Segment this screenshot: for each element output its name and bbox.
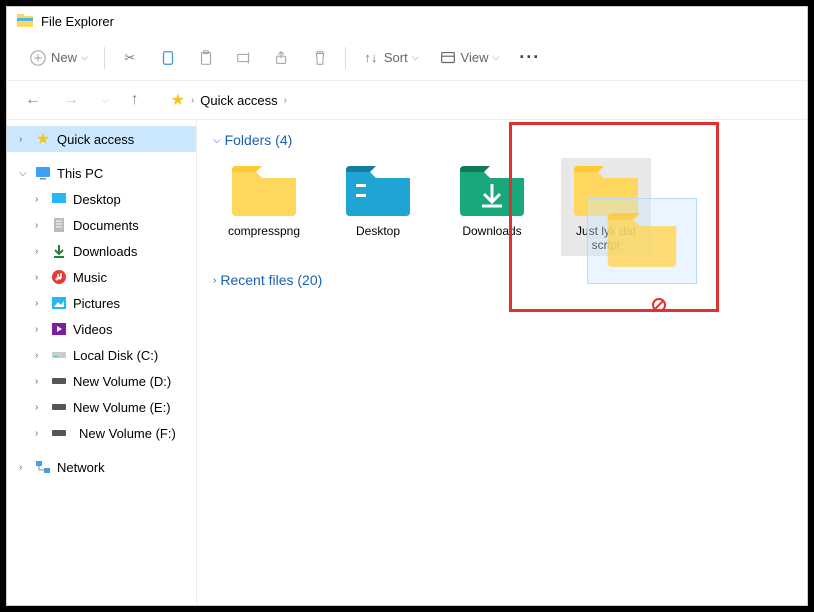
- trash-icon: [311, 49, 329, 67]
- up-button[interactable]: ↑: [127, 89, 143, 111]
- clipboard-icon: [197, 49, 215, 67]
- navbar: ← → ⌵ ↑ ★ › Quick access ›: [7, 81, 807, 120]
- sidebar-item-volume-f[interactable]: › New Volume (F:): [7, 420, 196, 446]
- star-icon: ★: [35, 131, 51, 147]
- plus-circle-icon: [29, 49, 47, 67]
- sidebar-item-documents[interactable]: › Documents: [7, 212, 196, 238]
- app-icon: [17, 13, 33, 29]
- folder-icon: [228, 162, 300, 218]
- chevron-right-icon: ›: [35, 428, 45, 439]
- chevron-down-icon: ⌵: [492, 52, 499, 63]
- back-button[interactable]: ←: [21, 89, 45, 111]
- chevron-right-icon: ›: [35, 402, 45, 413]
- view-button[interactable]: View ⌵: [431, 43, 508, 73]
- monitor-icon: [35, 165, 51, 181]
- file-explorer-window: File Explorer New ⌵ ✂: [6, 6, 808, 606]
- share-button[interactable]: [265, 43, 299, 73]
- chevron-right-icon: ›: [35, 220, 45, 231]
- toolbar: New ⌵ ✂: [7, 35, 807, 81]
- star-icon: ★: [171, 90, 185, 110]
- paste-button[interactable]: [189, 43, 223, 73]
- drive-icon: [51, 399, 67, 415]
- chevron-right-icon: ›: [19, 134, 29, 145]
- folders-section-header[interactable]: ⌵ Folders (4): [213, 132, 791, 148]
- document-icon: [51, 217, 67, 233]
- music-icon: [51, 269, 67, 285]
- chevron-down-icon: ⌵: [19, 168, 29, 179]
- chevron-right-icon: ›: [35, 246, 45, 257]
- folder-grid: compresspng Desktop Downloads Just lyk d…: [219, 158, 791, 256]
- folder-downloads-icon: [456, 162, 528, 218]
- content-area: ⌵ Folders (4) compresspng Desktop Downlo…: [197, 120, 807, 605]
- forward-button[interactable]: →: [59, 89, 83, 111]
- breadcrumb[interactable]: ★ › Quick access ›: [171, 90, 287, 110]
- sidebar-item-desktop[interactable]: › Desktop: [7, 186, 196, 212]
- titlebar: File Explorer: [7, 7, 807, 35]
- folder-downloads[interactable]: Downloads: [447, 158, 537, 256]
- delete-button[interactable]: [303, 43, 337, 73]
- cut-button[interactable]: ✂: [113, 43, 147, 73]
- chevron-down-icon: ⌵: [213, 135, 221, 146]
- sidebar-item-volume-e[interactable]: › New Volume (E:): [7, 394, 196, 420]
- breadcrumb-item[interactable]: Quick access: [200, 93, 277, 108]
- share-icon: [273, 49, 291, 67]
- sort-icon: ↑↓: [362, 49, 380, 67]
- drag-ghost: [587, 198, 697, 284]
- chevron-right-icon: ›: [35, 376, 45, 387]
- rename-button[interactable]: [227, 43, 261, 73]
- sidebar-item-music[interactable]: › Music: [7, 264, 196, 290]
- folder-desktop-icon: [342, 162, 414, 218]
- view-icon: [439, 49, 457, 67]
- drive-icon: [51, 425, 67, 441]
- chevron-right-icon: ›: [35, 194, 45, 205]
- picture-icon: [51, 295, 67, 311]
- sidebar-item-downloads[interactable]: › Downloads: [7, 238, 196, 264]
- chevron-right-icon: ›: [284, 95, 287, 106]
- sidebar-item-local-disk-c[interactable]: › Local Disk (C:): [7, 342, 196, 368]
- folder-icon: [602, 209, 682, 269]
- network-icon: [35, 459, 51, 475]
- chevron-right-icon: ›: [191, 95, 194, 106]
- folder-desktop[interactable]: Desktop: [333, 158, 423, 256]
- new-button[interactable]: New ⌵: [21, 43, 96, 73]
- chevron-right-icon: ›: [35, 350, 45, 361]
- sidebar-item-pictures[interactable]: › Pictures: [7, 290, 196, 316]
- drive-icon: [51, 347, 67, 363]
- scissors-icon: ✂: [121, 49, 139, 67]
- desktop-icon: [51, 191, 67, 207]
- window-title: File Explorer: [41, 14, 114, 29]
- folder-compresspng[interactable]: compresspng: [219, 158, 309, 256]
- sidebar-item-this-pc[interactable]: ⌵ This PC: [7, 160, 196, 186]
- chevron-down-icon: ⌵: [412, 52, 419, 63]
- rename-icon: [235, 49, 253, 67]
- sort-button[interactable]: ↑↓ Sort ⌵: [354, 43, 427, 73]
- chevron-right-icon: ›: [19, 462, 29, 473]
- sidebar-item-network[interactable]: › Network: [7, 454, 196, 480]
- video-icon: [51, 321, 67, 337]
- sidebar: › ★ Quick access ⌵ This PC › Desktop › D…: [7, 120, 197, 605]
- chevron-right-icon: ›: [35, 272, 45, 283]
- recent-section-header[interactable]: › Recent files (20): [213, 272, 791, 288]
- more-button[interactable]: ···: [511, 41, 548, 74]
- denied-icon: [652, 298, 666, 312]
- chevron-down-icon[interactable]: ⌵: [97, 93, 113, 108]
- chevron-down-icon: ⌵: [81, 52, 88, 63]
- download-icon: [51, 243, 67, 259]
- copy-button[interactable]: [151, 43, 185, 73]
- chevron-right-icon: ›: [35, 298, 45, 309]
- sidebar-item-videos[interactable]: › Videos: [7, 316, 196, 342]
- copy-icon: [159, 49, 177, 67]
- sidebar-item-quick-access[interactable]: › ★ Quick access: [7, 126, 196, 152]
- chevron-right-icon: ›: [213, 275, 216, 286]
- drive-icon: [51, 373, 67, 389]
- ellipsis-icon: ···: [519, 47, 540, 68]
- chevron-right-icon: ›: [35, 324, 45, 335]
- sidebar-item-volume-d[interactable]: › New Volume (D:): [7, 368, 196, 394]
